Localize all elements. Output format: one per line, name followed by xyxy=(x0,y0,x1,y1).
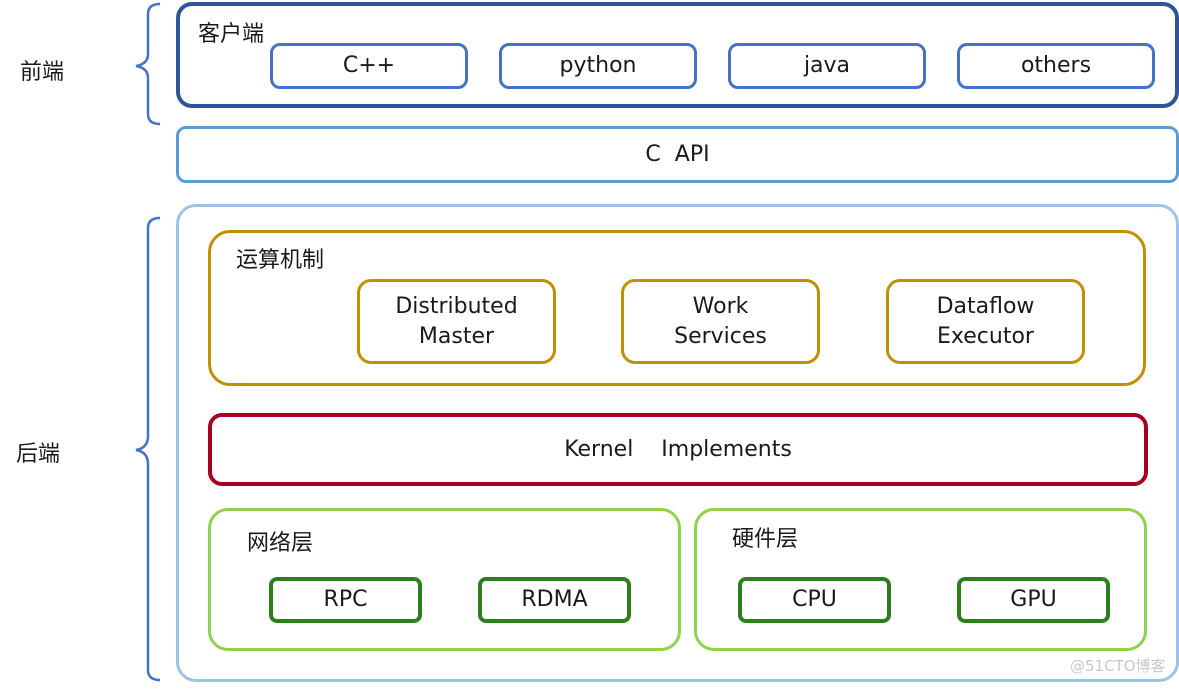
hardware-item-cpu: CPU xyxy=(738,577,891,623)
client-item-python: python xyxy=(499,43,697,89)
compute-title: 运算机制 xyxy=(236,248,325,273)
kernel-layer: Kernel Implements xyxy=(208,413,1148,486)
client-item-cpp: C++ xyxy=(270,43,468,89)
network-title: 网络层 xyxy=(247,531,314,556)
backend-brace xyxy=(135,216,161,682)
network-item-rpc: RPC xyxy=(269,577,422,623)
compute-item-dataflow-executor: Dataflow Executor xyxy=(886,279,1085,364)
compute-item-line1: Distributed xyxy=(395,293,518,319)
frontend-brace xyxy=(135,2,161,126)
client-item-java: java xyxy=(728,43,926,89)
c-api-layer: C API xyxy=(176,126,1179,183)
compute-item-work-services: Work Services xyxy=(621,279,820,364)
compute-item-line2: Services xyxy=(674,323,767,349)
compute-item-line2: Executor xyxy=(937,323,1034,349)
hardware-item-gpu: GPU xyxy=(957,577,1110,623)
backend-label: 后端 xyxy=(16,442,61,467)
compute-item-distributed-master: Distributed Master xyxy=(357,279,556,364)
hardware-title: 硬件层 xyxy=(732,527,799,552)
watermark: @51CTO博客 xyxy=(1070,657,1166,675)
compute-item-line1: Work xyxy=(692,293,749,319)
client-title: 客户端 xyxy=(198,22,265,47)
network-item-rdma: RDMA xyxy=(478,577,631,623)
frontend-label: 前端 xyxy=(20,60,65,85)
client-item-others: others xyxy=(957,43,1155,89)
compute-item-line1: Dataflow xyxy=(936,293,1035,319)
compute-item-line2: Master xyxy=(418,323,495,349)
